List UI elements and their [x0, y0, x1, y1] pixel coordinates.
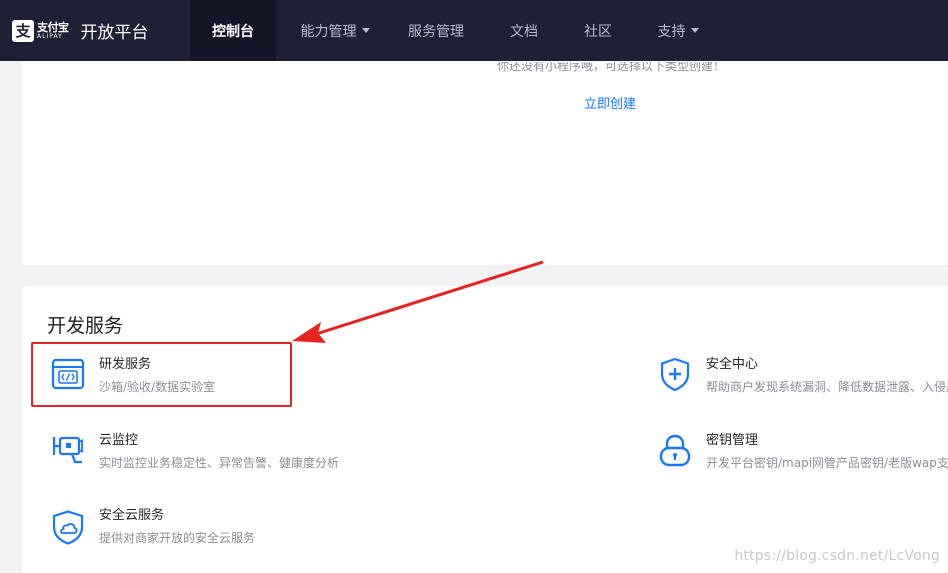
service-security-center[interactable]: 安全中心 帮助商户发现系统漏洞、降低数据泄露、入侵风险 [658, 357, 948, 394]
padlock-icon [659, 434, 691, 467]
top-navbar: 支 支付宝 ALIPAY 开放平台 控制台 能力管理 服务管理 文档 社区 支持 [0, 0, 948, 61]
service-desc: 提供对商家开放的安全云服务 [99, 531, 256, 545]
nav-community[interactable]: 社区 [570, 0, 626, 61]
service-name: 云监控 [99, 433, 139, 448]
section-title: 开发服务 [47, 315, 124, 337]
alipay-wordmark: 支付宝 ALIPAY [37, 22, 69, 40]
service-name: 安全云服务 [99, 508, 165, 523]
monitor-camera-icon [52, 436, 83, 464]
create-miniapp-link[interactable]: 立即创建 [584, 93, 636, 112]
nav-docs[interactable]: 文档 [478, 0, 570, 61]
brand[interactable]: 支 支付宝 ALIPAY 开放平台 [0, 0, 190, 61]
nav-docs-label: 文档 [510, 23, 538, 40]
service-desc: 实时监控业务稳定性、异常告警、健康度分析 [99, 456, 340, 470]
code-window-icon [51, 358, 85, 390]
chevron-down-icon [690, 28, 699, 33]
miniapp-card [22, 61, 948, 265]
brand-en: ALIPAY [37, 32, 63, 40]
nav-support-label: 支持 [657, 23, 686, 40]
service-desc: 开发平台密钥/mapi网管产品密钥/老版wap支付密钥 [706, 456, 948, 470]
nav-console-label: 控制台 [212, 23, 254, 40]
nav-service-management-label: 服务管理 [408, 23, 464, 40]
service-name: 研发服务 [99, 357, 152, 372]
service-key-management[interactable]: 密钥管理 开发平台密钥/mapi网管产品密钥/老版wap支付密钥 [658, 433, 948, 470]
nav-community-label: 社区 [584, 23, 612, 40]
service-name: 安全中心 [706, 357, 759, 372]
alipay-logo-icon: 支 [12, 19, 34, 42]
chevron-down-icon [361, 28, 370, 33]
nav-support[interactable]: 支持 [626, 0, 730, 61]
brand-cn: 支付宝 [37, 20, 69, 34]
service-cloud-monitor[interactable]: 云监控 实时监控业务稳定性、异常告警、健康度分析 [51, 433, 339, 470]
shield-cloud-icon [52, 510, 84, 545]
service-rd[interactable]: 研发服务 沙箱/验收/数据实验室 [51, 357, 215, 394]
nav-capability[interactable]: 能力管理 [276, 0, 394, 61]
nav-service-management[interactable]: 服务管理 [394, 0, 478, 61]
shield-plus-icon [660, 357, 690, 391]
watermark-text: https://blog.csdn.net/LcVong [734, 548, 940, 564]
service-security-cloud[interactable]: 安全云服务 提供对商家开放的安全云服务 [51, 508, 255, 546]
service-desc: 沙箱/验收/数据实验室 [99, 380, 216, 394]
service-name: 密钥管理 [706, 433, 759, 448]
platform-title: 开放平台 [80, 23, 149, 43]
nav-capability-label: 能力管理 [300, 23, 357, 40]
nav-console[interactable]: 控制台 [190, 0, 276, 61]
service-desc: 帮助商户发现系统漏洞、降低数据泄露、入侵风险 [706, 380, 948, 394]
